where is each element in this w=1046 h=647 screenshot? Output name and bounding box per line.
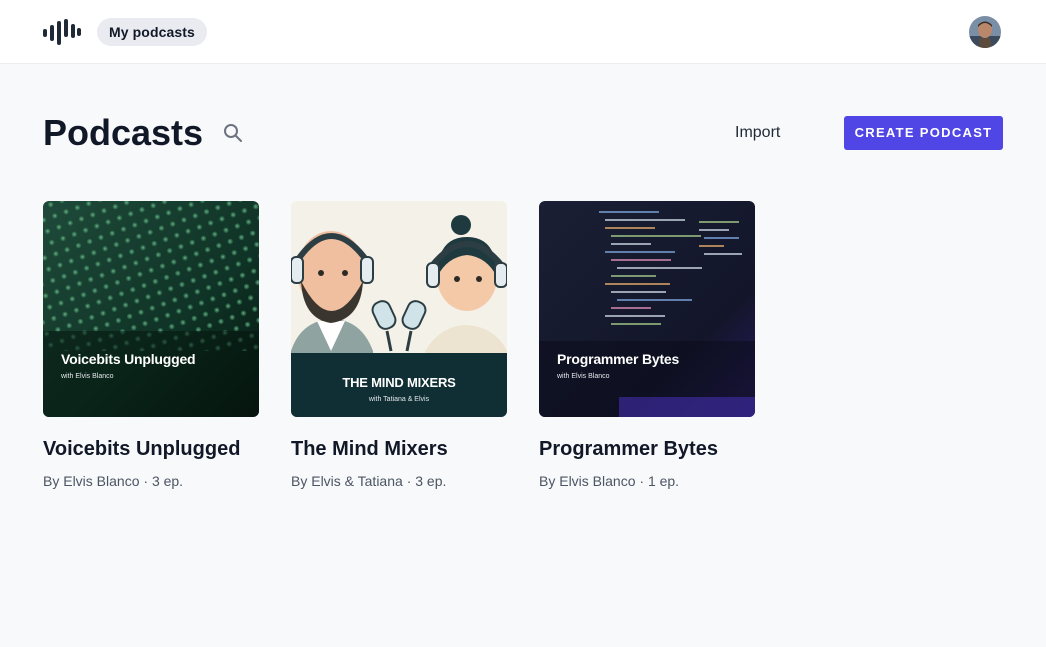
episode-count: 3 ep.: [415, 473, 447, 489]
meta-separator: ·: [406, 473, 412, 489]
episode-count: 3 ep.: [151, 473, 184, 489]
podcast-meta: By Elvis & Tatiana · 3 ep.: [291, 472, 507, 490]
page-title: Podcasts: [43, 112, 204, 153]
podcast-cover[interactable]: Programmer Bytes with Elvis Blanco: [539, 201, 755, 417]
cover-title: THE MIND MIXERS: [342, 375, 456, 390]
meta-separator: ·: [143, 473, 149, 489]
user-avatar[interactable]: [969, 16, 1001, 48]
search-icon[interactable]: [222, 122, 244, 144]
code-screen-cover-image: [539, 201, 755, 417]
cover-subtitle: with Elvis Blanco: [557, 373, 610, 380]
podcast-cover[interactable]: Voicebits Unplugged with Elvis Blanco: [43, 201, 259, 417]
podcast-card-voicebits-unplugged[interactable]: Voicebits Unplugged with Elvis Blanco Vo…: [43, 201, 259, 490]
create-podcast-button[interactable]: CREATE PODCAST: [844, 116, 1003, 150]
mixing-board-cover-image: [43, 201, 259, 417]
cover-subtitle: with Tatiana & Elvis: [368, 396, 430, 403]
cover-subtitle: with Elvis Blanco: [61, 373, 114, 380]
podcast-card-programmer-bytes[interactable]: Programmer Bytes with Elvis Blanco Progr…: [539, 201, 755, 490]
podcast-author: By Elvis Blanco: [539, 473, 636, 489]
import-button[interactable]: Import: [735, 122, 780, 144]
podcast-title[interactable]: Programmer Bytes: [539, 437, 755, 461]
cover-title: Programmer Bytes: [557, 351, 680, 367]
soundwave-logo-icon[interactable]: [43, 19, 81, 45]
podcast-card-the-mind-mixers[interactable]: THE MIND MIXERS with Tatiana & Elvis The…: [291, 201, 507, 490]
podcast-title[interactable]: Voicebits Unplugged: [43, 437, 259, 461]
avatar-image: [969, 16, 1001, 48]
cover-title: Voicebits Unplugged: [61, 351, 196, 367]
meta-separator: ·: [639, 473, 645, 489]
podcast-author: By Elvis Blanco: [43, 473, 140, 489]
podcast-cover[interactable]: THE MIND MIXERS with Tatiana & Elvis: [291, 201, 507, 417]
podcast-meta: By Elvis Blanco · 3 ep.: [43, 472, 259, 490]
my-podcasts-nav-button[interactable]: My podcasts: [97, 18, 207, 46]
podcast-author: By Elvis & Tatiana: [291, 473, 403, 489]
top-nav-bar: My podcasts: [0, 0, 1046, 64]
podcast-meta: By Elvis Blanco · 1 ep.: [539, 472, 755, 490]
episode-count: 1 ep.: [647, 473, 680, 489]
podcast-title[interactable]: The Mind Mixers: [291, 437, 507, 461]
